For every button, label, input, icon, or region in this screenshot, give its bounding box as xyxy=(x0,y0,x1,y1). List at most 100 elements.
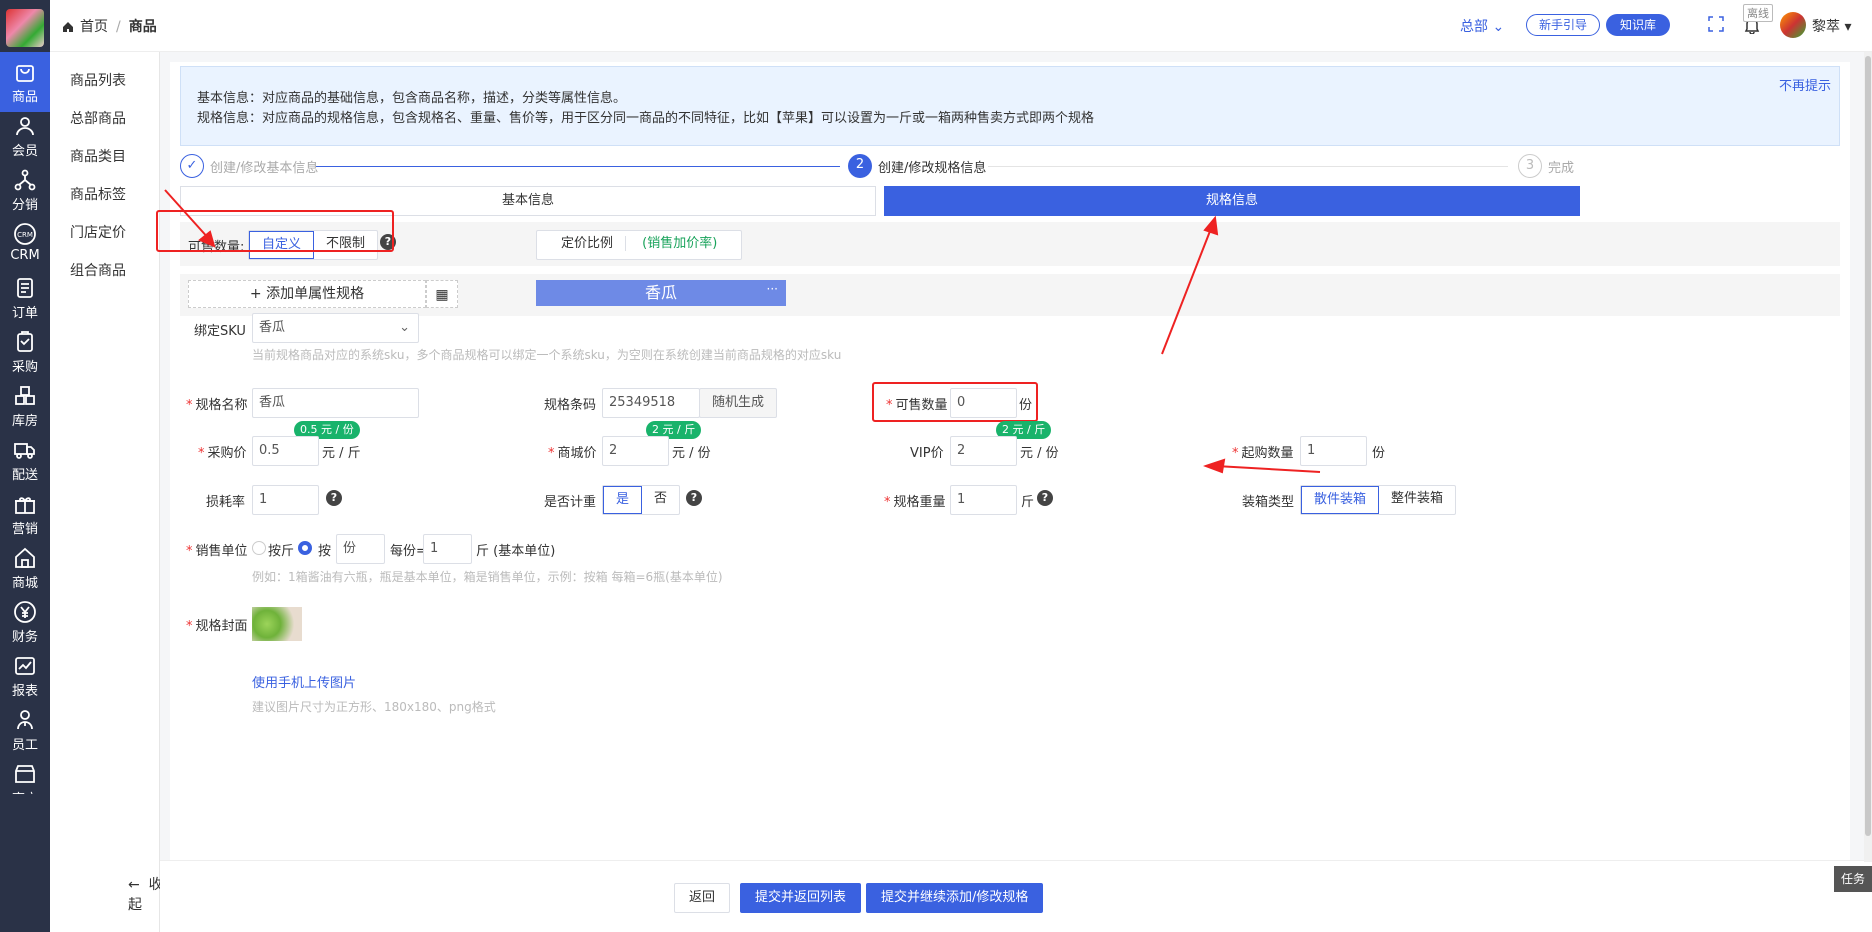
merchant-icon xyxy=(15,765,35,783)
help-icon[interactable]: ? xyxy=(686,490,702,506)
user-icon xyxy=(16,117,34,136)
scrollbar[interactable] xyxy=(1864,52,1872,862)
avatar[interactable] xyxy=(1780,12,1806,38)
form-footer: 返回 提交并返回列表 提交并继续添加/修改规格 xyxy=(160,860,1872,932)
vip-price-unit: 元 / 份 xyxy=(1020,446,1059,461)
step-2-label: 创建/修改规格信息 xyxy=(878,161,987,176)
rail-item-finance[interactable]: 财务 xyxy=(0,592,50,652)
spec-name-input[interactable]: 香瓜 xyxy=(252,388,419,418)
min-qty-input[interactable]: 1 xyxy=(1300,436,1367,466)
rail-item-report[interactable]: 报表 xyxy=(0,646,50,706)
fullscreen-icon[interactable] xyxy=(1708,16,1724,32)
rail-item-member[interactable]: 会员 xyxy=(0,106,50,166)
rail-item-distribution[interactable]: 分销 xyxy=(0,160,50,220)
rail-item-warehouse[interactable]: 库房 xyxy=(0,376,50,436)
subnav-item-tags[interactable]: 商品标签 xyxy=(50,176,159,214)
rail-item-order[interactable]: 订单 xyxy=(0,268,50,328)
pack-whole-option[interactable]: 整件装箱 xyxy=(1379,486,1455,514)
cover-thumbnail[interactable] xyxy=(252,607,302,641)
weigh-toggle: 是 否 xyxy=(602,485,681,515)
rail-item-merchant[interactable]: 商户 xyxy=(0,754,50,794)
rail-label: 分销 xyxy=(11,198,38,213)
min-qty-label: * 起购数量 xyxy=(1232,446,1294,461)
help-icon[interactable]: ? xyxy=(1037,490,1053,506)
hq-selector[interactable]: 总部 ⌄ xyxy=(1460,16,1504,36)
pack-type-toggle: 散件装箱 整件装箱 xyxy=(1300,485,1457,515)
back-button[interactable]: 返回 xyxy=(674,883,731,913)
vip-price-label: VIP价 xyxy=(910,446,944,461)
loss-rate-label: 损耗率 xyxy=(206,495,246,510)
sku-select[interactable]: 香瓜 ⌄ xyxy=(252,313,419,343)
help-icon[interactable]: ? xyxy=(326,490,342,506)
mall-price-input[interactable]: 2 xyxy=(602,436,669,466)
info-tip: 基本信息：对应商品的基础信息，包含商品名称，描述，分类等属性信息。 规格信息：对… xyxy=(180,66,1840,146)
rail-item-crm[interactable]: CRM CRM xyxy=(0,214,50,274)
per-qty-input[interactable]: 1 xyxy=(423,534,472,564)
step-3-label: 完成 xyxy=(1548,161,1575,176)
main-nav-rail: 商品 会员 分销 CRM CRM 订单 采购 库房 配送 营销 商城 财务 报表… xyxy=(0,0,50,932)
knowledge-base-button[interactable]: 知识库 xyxy=(1606,14,1671,36)
more-icon[interactable]: ··· xyxy=(767,276,778,302)
subnav-item-hq-goods[interactable]: 总部商品 xyxy=(50,100,159,138)
weight-input[interactable]: 1 xyxy=(950,485,1017,515)
subnav-item-categories[interactable]: 商品类目 xyxy=(50,138,159,176)
tab-spec-info[interactable]: 规格信息 xyxy=(884,186,1580,216)
arrow-left-icon: ← xyxy=(128,877,140,893)
radio-by-jin[interactable] xyxy=(252,541,266,555)
rail-item-marketing[interactable]: 营销 xyxy=(0,484,50,544)
step-1-label: 创建/修改基本信息 xyxy=(210,161,319,176)
rail-item-staff[interactable]: 员工 xyxy=(0,700,50,760)
vip-price-input[interactable]: 2 xyxy=(950,436,1017,466)
subnav-item-combo[interactable]: 组合商品 xyxy=(50,252,159,290)
grid-icon[interactable]: ▦ xyxy=(426,280,458,308)
annotation-box xyxy=(872,382,1038,422)
spec-chip[interactable]: 香瓜 ··· xyxy=(536,280,786,306)
warehouse-icon xyxy=(15,386,35,405)
pack-loose-option[interactable]: 散件装箱 xyxy=(1301,486,1380,514)
per-unit: 斤 (基本单位) xyxy=(476,544,556,559)
svg-text:CRM: CRM xyxy=(17,231,33,239)
step-connector xyxy=(988,166,1508,167)
subnav-item-store-pricing[interactable]: 门店定价 xyxy=(50,214,159,252)
task-button[interactable]: 任务 xyxy=(1834,866,1872,892)
random-generate-button[interactable]: 随机生成 xyxy=(699,388,777,418)
weigh-yes-option[interactable]: 是 xyxy=(603,486,643,514)
min-qty-label-text: 起购数量 xyxy=(1241,446,1294,461)
cover-hint: 建议图片尺寸为正方形、180x180、png格式 xyxy=(252,700,496,714)
subnav-item-goods-list[interactable]: 商品列表 xyxy=(50,62,159,100)
pricing-ratio-button[interactable]: 定价比例 (销售加价率) xyxy=(536,230,743,260)
breadcrumb: 首页 / 商品 xyxy=(62,16,157,36)
sale-unit-input[interactable]: 份 xyxy=(336,534,385,564)
tip-line-1: 基本信息：对应商品的基础信息，包含商品名称，描述，分类等属性信息。 xyxy=(197,91,627,106)
add-spec-button[interactable]: + 添加单属性规格 xyxy=(188,280,426,308)
rail-label: 商户 xyxy=(0,788,50,794)
rail-item-purchase[interactable]: 采购 xyxy=(0,322,50,382)
guide-button[interactable]: 新手引导 xyxy=(1526,14,1601,36)
per-label: 每份= xyxy=(390,544,427,559)
loss-rate-input[interactable]: 1 xyxy=(252,485,319,515)
cost-price-input[interactable]: 0.5 xyxy=(252,436,319,466)
rail-item-goods[interactable]: 商品 xyxy=(0,52,50,112)
weigh-no-option[interactable]: 否 xyxy=(642,486,679,514)
barcode-input[interactable]: 25349518 xyxy=(602,388,700,418)
mobile-upload-link[interactable]: 使用手机上传图片 xyxy=(252,672,356,691)
rail-item-mall[interactable]: 商城 xyxy=(0,538,50,598)
scrollbar-thumb[interactable] xyxy=(1865,56,1871,836)
rail-label: 商城 xyxy=(11,576,38,591)
rail-label: 商品 xyxy=(11,90,38,105)
min-qty-unit: 份 xyxy=(1372,446,1386,461)
rail-label: CRM xyxy=(10,248,40,263)
radio-by-custom[interactable] xyxy=(298,541,312,555)
yen-icon xyxy=(14,601,36,623)
breadcrumb-home[interactable]: 首页 xyxy=(80,19,108,35)
rail-item-delivery[interactable]: 配送 xyxy=(0,430,50,490)
submit-continue-button[interactable]: 提交并继续添加/修改规格 xyxy=(866,883,1044,913)
spec-name-label-text: 规格名称 xyxy=(195,398,248,413)
step-connector xyxy=(316,166,840,167)
sellable-bar: 可售数量: 自定义 不限制 ? 定价比例 (销售加价率) xyxy=(180,222,1840,266)
user-menu[interactable]: 黎萃 ▾ xyxy=(1812,16,1851,36)
collapse-button[interactable]: ← 收起 xyxy=(128,874,163,914)
spec-chip-label: 香瓜 xyxy=(644,283,677,302)
submit-return-button[interactable]: 提交并返回列表 xyxy=(740,883,862,913)
dismiss-tip-link[interactable]: 不再提示 xyxy=(1779,75,1831,94)
